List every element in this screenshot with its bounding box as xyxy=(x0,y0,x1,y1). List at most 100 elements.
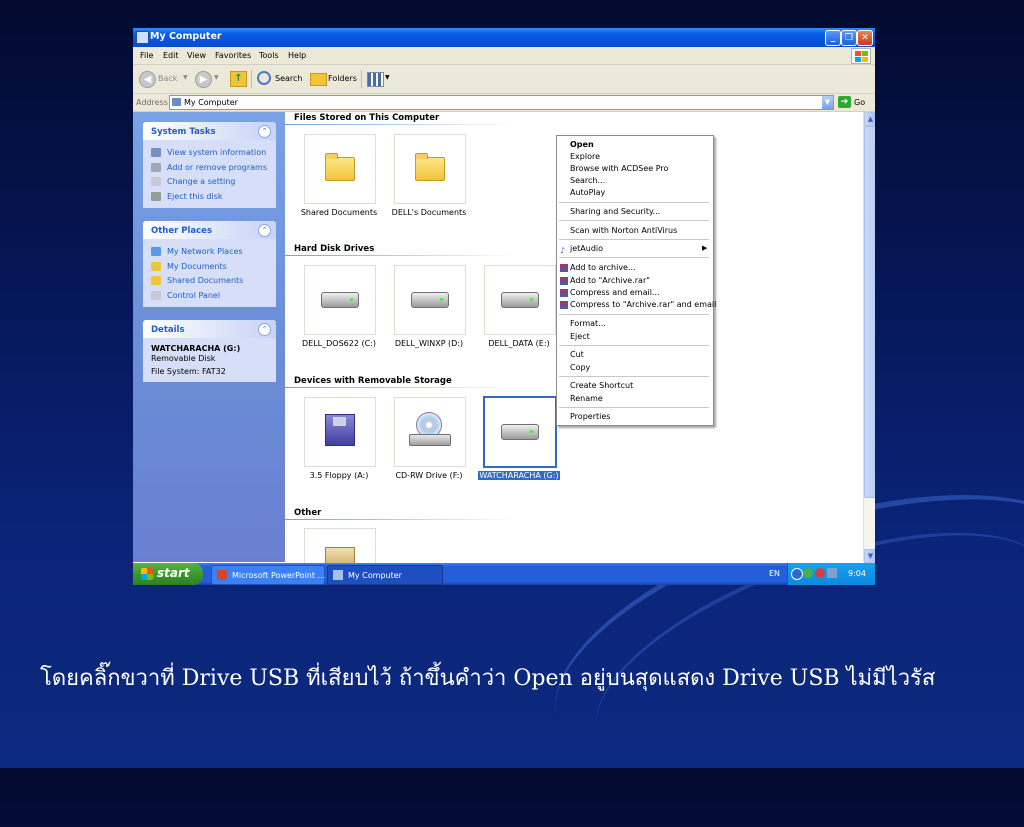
search-icon[interactable] xyxy=(257,71,271,85)
clock[interactable]: 9:04 xyxy=(848,569,866,578)
menu-eject[interactable]: Eject xyxy=(570,332,590,341)
go-arrow-icon[interactable]: ➔ xyxy=(838,96,851,108)
task-label[interactable]: Change a setting xyxy=(167,177,235,186)
address-dropdown-icon[interactable]: ▼ xyxy=(822,96,833,109)
menu-compress-email[interactable]: Compress and email... xyxy=(570,288,660,297)
menu-norton-scan[interactable]: Scan with Norton AntiVirus xyxy=(570,226,677,235)
shared-documents-label[interactable]: Shared Documents xyxy=(291,208,387,217)
menu-help[interactable]: Help xyxy=(288,51,306,60)
minimize-button[interactable]: _ xyxy=(825,30,841,46)
folders-button[interactable]: Folders xyxy=(328,74,357,83)
task-change-setting[interactable]: Change a setting xyxy=(143,175,276,190)
search-button[interactable]: Search xyxy=(275,74,302,83)
taskbar-item-my-computer[interactable]: My Computer xyxy=(327,565,443,585)
menu-cut[interactable]: Cut xyxy=(570,350,584,359)
place-label[interactable]: Shared Documents xyxy=(167,276,243,285)
drive-c-label[interactable]: DELL_DOS622 (C:) xyxy=(291,339,387,348)
drive-e-label[interactable]: DELL_DATA (E:) xyxy=(471,339,567,348)
address-field[interactable]: My Computer ▼ xyxy=(169,95,834,110)
floppy-a-label[interactable]: 3.5 Floppy (A:) xyxy=(291,471,387,480)
place-label[interactable]: My Network Places xyxy=(167,247,243,256)
forward-arrow-icon[interactable]: ▶ xyxy=(195,71,212,88)
drive-c-tile[interactable] xyxy=(304,265,376,335)
menu-file[interactable]: File xyxy=(140,51,153,60)
menu-properties[interactable]: Properties xyxy=(570,412,610,421)
place-my-network-places[interactable]: My Network Places xyxy=(143,245,276,260)
task-label[interactable]: View system information xyxy=(167,148,266,157)
menu-add-to-archive-rar[interactable]: Add to "Archive.rar" xyxy=(570,276,650,285)
menu-favorites[interactable]: Favorites xyxy=(215,51,251,60)
menu-edit[interactable]: Edit xyxy=(163,51,179,60)
floppy-a-tile[interactable] xyxy=(304,397,376,467)
place-control-panel[interactable]: Control Panel xyxy=(143,289,276,304)
folders-icon[interactable] xyxy=(310,73,327,86)
scroll-down-icon[interactable]: ▼ xyxy=(864,549,875,563)
go-button[interactable]: Go xyxy=(854,98,865,107)
other-places-header[interactable]: Other Places ⌃ xyxy=(143,221,276,239)
menu-explore[interactable]: Explore xyxy=(570,152,600,161)
task-eject-disk[interactable]: Eject this disk xyxy=(143,190,276,205)
task-add-remove-programs[interactable]: Add or remove programs xyxy=(143,161,276,176)
back-dropdown-icon[interactable]: ▼ xyxy=(183,74,188,81)
scroll-thumb[interactable] xyxy=(864,126,875,498)
menu-tools[interactable]: Tools xyxy=(259,51,279,60)
menu-browse-acdsee[interactable]: Browse with ACDSee Pro xyxy=(570,164,668,173)
usb-g-label[interactable]: WATCHARACHA (G:) xyxy=(471,471,567,480)
usb-g-tile[interactable] xyxy=(483,396,557,468)
up-folder-icon[interactable]: ↑ xyxy=(230,71,247,87)
title-bar[interactable]: My Computer _ ❐ ✕ xyxy=(133,28,875,47)
menu-rename[interactable]: Rename xyxy=(570,394,603,403)
collapse-icon[interactable]: ⌃ xyxy=(258,224,271,237)
drive-e-tile[interactable] xyxy=(484,265,556,335)
context-menu: Open Explore Browse with ACDSee Pro Sear… xyxy=(556,135,716,426)
tray-icon[interactable] xyxy=(803,568,813,578)
tray-icon[interactable] xyxy=(815,568,825,578)
place-label[interactable]: My Documents xyxy=(167,262,227,271)
maximize-button[interactable]: ❐ xyxy=(841,30,857,46)
language-indicator[interactable]: EN xyxy=(769,569,780,578)
collapse-icon[interactable]: ⌃ xyxy=(258,323,271,336)
menu-add-to-archive[interactable]: Add to archive... xyxy=(570,263,636,272)
back-button[interactable]: Back xyxy=(158,74,177,83)
menu-compress-rar-email[interactable]: Compress to "Archive.rar" and email xyxy=(570,300,716,309)
task-label[interactable]: Eject this disk xyxy=(167,192,223,201)
cdrw-f-tile[interactable] xyxy=(394,397,466,467)
menu-sharing-security[interactable]: Sharing and Security... xyxy=(570,207,660,216)
drive-d-tile[interactable] xyxy=(394,265,466,335)
collapse-icon[interactable]: ⌃ xyxy=(258,125,271,138)
dells-documents-tile[interactable] xyxy=(394,134,466,204)
shared-documents-tile[interactable] xyxy=(304,134,376,204)
menu-view[interactable]: View xyxy=(187,51,206,60)
start-button[interactable]: start xyxy=(133,563,203,585)
place-label[interactable]: Control Panel xyxy=(167,291,220,300)
task-view-system-info[interactable]: View system information xyxy=(143,146,276,161)
views-dropdown-icon[interactable]: ▼ xyxy=(385,74,390,81)
menu-copy[interactable]: Copy xyxy=(570,363,590,372)
menu-separator xyxy=(559,345,709,346)
cdrw-f-label[interactable]: CD-RW Drive (F:) xyxy=(381,471,477,480)
task-label[interactable]: Add or remove programs xyxy=(167,163,267,172)
system-tasks-header[interactable]: System Tasks ⌃ xyxy=(143,122,276,140)
menu-create-shortcut[interactable]: Create Shortcut xyxy=(570,381,633,390)
place-my-documents[interactable]: My Documents xyxy=(143,260,276,275)
hard-drive-icon xyxy=(501,292,539,308)
menu-jetaudio[interactable]: jetAudio xyxy=(570,244,603,253)
scroll-up-icon[interactable]: ▲ xyxy=(864,112,875,126)
menu-autoplay[interactable]: AutoPlay xyxy=(570,188,605,197)
place-shared-documents[interactable]: Shared Documents xyxy=(143,274,276,289)
tray-icon[interactable] xyxy=(791,568,803,580)
menu-open[interactable]: Open xyxy=(570,140,594,149)
views-icon[interactable] xyxy=(367,72,384,87)
details-header[interactable]: Details ⌃ xyxy=(143,320,276,338)
tray-icon[interactable] xyxy=(827,568,837,578)
drive-d-label[interactable]: DELL_WINXP (D:) xyxy=(381,339,477,348)
forward-dropdown-icon[interactable]: ▼ xyxy=(214,74,219,81)
close-button[interactable]: ✕ xyxy=(857,30,873,46)
back-arrow-icon[interactable]: ◀ xyxy=(139,71,156,88)
menu-search[interactable]: Search... xyxy=(570,176,605,185)
vertical-scrollbar[interactable]: ▲ ▼ xyxy=(863,112,875,563)
winrar-icon xyxy=(560,277,568,285)
dells-documents-label[interactable]: DELL's Documents xyxy=(381,208,477,217)
taskbar-item-powerpoint[interactable]: Microsoft PowerPoint ... xyxy=(211,565,325,585)
menu-format[interactable]: Format... xyxy=(570,319,606,328)
